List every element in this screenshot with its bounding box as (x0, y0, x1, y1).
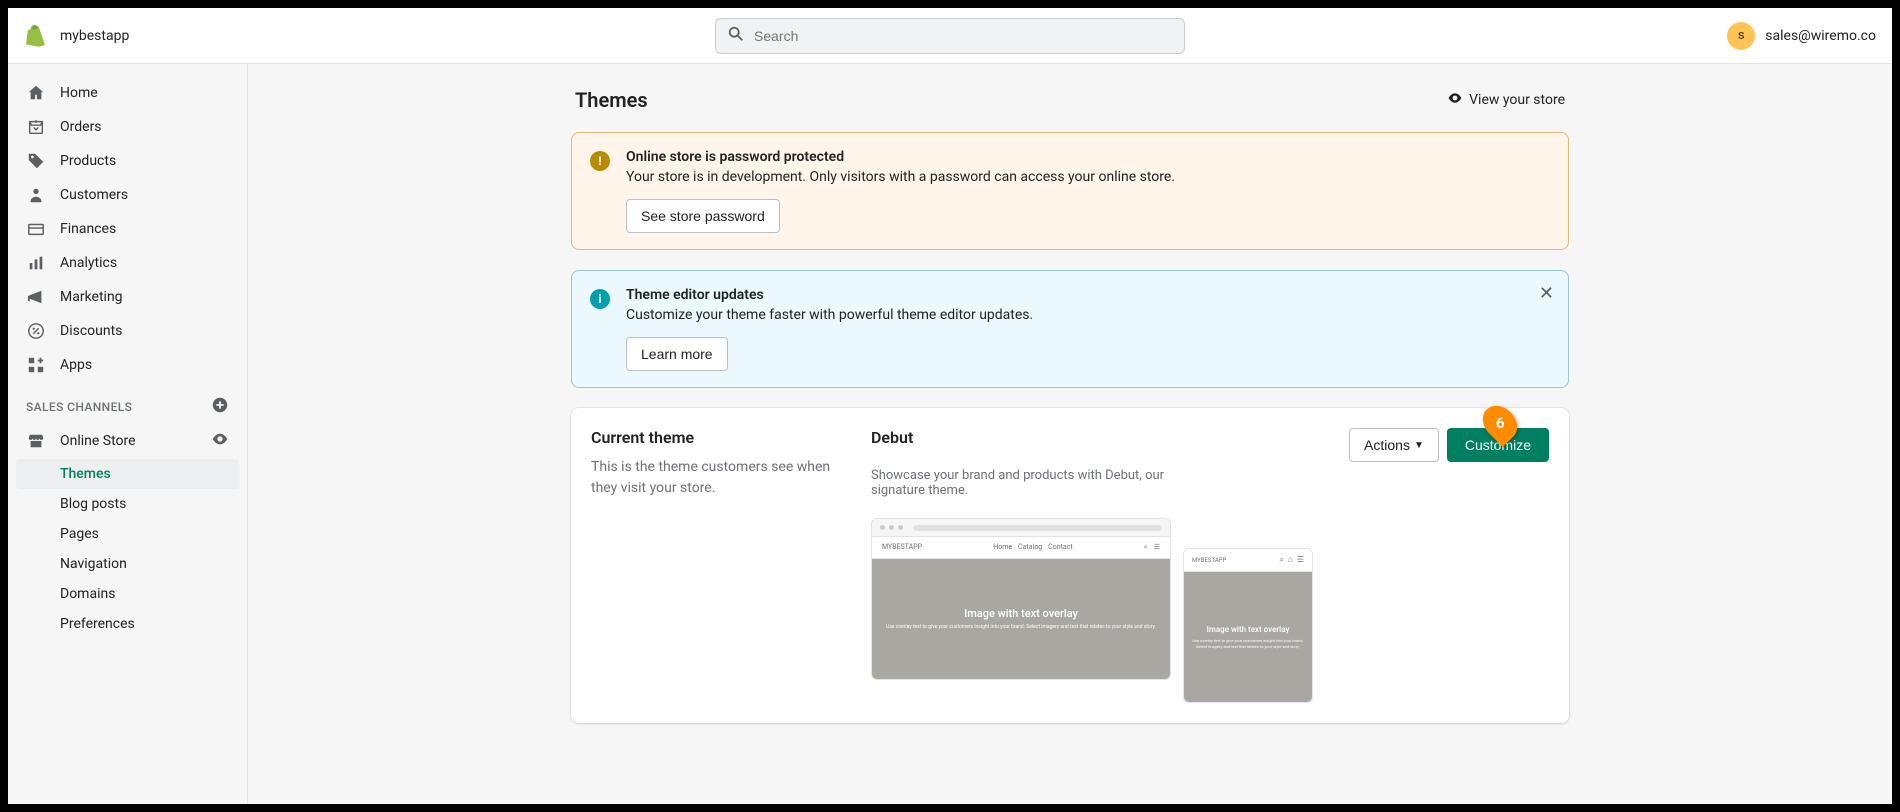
marketing-icon (26, 287, 46, 307)
orders-icon (26, 117, 46, 137)
avatar: s (1727, 22, 1755, 50)
warning-icon: ! (590, 151, 610, 171)
current-theme-desc: This is the theme customers see when the… (591, 457, 831, 499)
view-store-label: View your store (1469, 92, 1565, 108)
sidebar-item-label: Apps (60, 357, 92, 373)
sidebar-item-label: Finances (60, 221, 116, 237)
sidebar-item-label: Online Store (60, 433, 136, 449)
main-content: Themes View your store ! Online store is… (248, 64, 1892, 804)
marker-number: 6 (1496, 414, 1505, 432)
sidebar-item-label: Analytics (60, 255, 117, 271)
sidebar-sub-preferences[interactable]: Preferences (16, 609, 239, 639)
see-store-password-button[interactable]: See store password (626, 199, 780, 233)
theme-preview: MYBESTAPP HomeCatalogContact ⌕☰ Image wi… (871, 518, 1549, 703)
sidebar-item-customers[interactable]: Customers (16, 178, 239, 212)
sidebar-item-orders[interactable]: Orders (16, 110, 239, 144)
mobile-preview: MYBESTAPP ⌕⌂☰ Image with text overlay Us… (1183, 548, 1313, 703)
home-icon (26, 83, 46, 103)
add-channel-icon[interactable] (211, 396, 229, 417)
search-input[interactable] (715, 18, 1185, 54)
current-theme-card: Current theme This is the theme customer… (571, 408, 1569, 723)
store-icon (26, 431, 46, 451)
preview-hero-title: Image with text overlay (964, 607, 1078, 620)
sidebar-item-discounts[interactable]: Discounts (16, 314, 239, 348)
actions-button[interactable]: Actions ▼ (1349, 428, 1439, 462)
finances-icon (26, 219, 46, 239)
sidebar-sub-domains[interactable]: Domains (16, 579, 239, 609)
info-icon: i (590, 289, 610, 309)
shopify-logo-icon (24, 24, 48, 48)
sidebar-item-products[interactable]: Products (16, 144, 239, 178)
sidebar-item-label: Orders (60, 119, 102, 135)
sidebar-item-home[interactable]: Home (16, 76, 239, 110)
learn-more-button[interactable]: Learn more (626, 337, 728, 371)
banner-title: Online store is password protected (626, 149, 1550, 165)
sidebar-item-marketing[interactable]: Marketing (16, 280, 239, 314)
apps-icon (26, 355, 46, 375)
banner-title: Theme editor updates (626, 287, 1550, 303)
analytics-icon (26, 253, 46, 273)
sidebar: Home Orders Products Customers Finances … (8, 64, 248, 804)
chevron-down-icon: ▼ (1414, 440, 1424, 451)
sidebar-item-label: Customers (60, 187, 128, 203)
sidebar-item-label: Home (60, 85, 98, 101)
sidebar-item-apps[interactable]: Apps (16, 348, 239, 382)
desktop-preview: MYBESTAPP HomeCatalogContact ⌕☰ Image wi… (871, 518, 1171, 680)
sidebar-item-analytics[interactable]: Analytics (16, 246, 239, 280)
sidebar-sub-pages[interactable]: Pages (16, 519, 239, 549)
theme-description: Showcase your brand and products with De… (871, 468, 1171, 498)
theme-name: Debut (871, 428, 913, 447)
sidebar-item-label: Products (60, 153, 116, 169)
sidebar-item-finances[interactable]: Finances (16, 212, 239, 246)
sidebar-item-online-store[interactable]: Online Store (16, 423, 239, 459)
preview-brand: MYBESTAPP (882, 543, 922, 552)
close-icon[interactable]: ✕ (1539, 285, 1554, 303)
page-title: Themes (575, 88, 648, 112)
annotation-marker: 6 (1485, 404, 1515, 442)
preview-brand-mobile: MYBESTAPP (1192, 557, 1226, 564)
store-name: mybestapp (60, 28, 129, 44)
discounts-icon (26, 321, 46, 341)
user-email: sales@wiremo.co (1765, 28, 1876, 44)
preview-hero-sub-mobile: Use overlay text to give your customers … (1192, 638, 1304, 649)
banner-text: Your store is in development. Only visit… (626, 169, 1550, 185)
preview-hero-title-mobile: Image with text overlay (1207, 625, 1290, 634)
sidebar-item-label: Marketing (60, 289, 123, 305)
banner-text: Customize your theme faster with powerfu… (626, 307, 1550, 323)
products-icon (26, 151, 46, 171)
password-protected-banner: ! Online store is password protected You… (571, 132, 1569, 250)
sales-channels-header: SALES CHANNELS (26, 400, 132, 414)
view-your-store-link[interactable]: View your store (1447, 90, 1565, 110)
customers-icon (26, 185, 46, 205)
eye-icon (1447, 90, 1463, 110)
user-menu[interactable]: s sales@wiremo.co (1727, 22, 1876, 50)
search-icon (727, 25, 745, 47)
view-store-icon[interactable] (211, 430, 229, 452)
theme-editor-updates-banner: i Theme editor updates Customize your th… (571, 270, 1569, 388)
sidebar-sub-themes[interactable]: Themes (16, 459, 239, 489)
top-bar: mybestapp s sales@wiremo.co (8, 8, 1892, 64)
current-theme-title: Current theme (591, 428, 831, 447)
sidebar-item-label: Discounts (60, 323, 122, 339)
sidebar-sub-navigation[interactable]: Navigation (16, 549, 239, 579)
actions-label: Actions (1364, 437, 1410, 453)
preview-hero-sub: Use overlay text to give your customers … (886, 624, 1156, 631)
sidebar-sub-blog[interactable]: Blog posts (16, 489, 239, 519)
